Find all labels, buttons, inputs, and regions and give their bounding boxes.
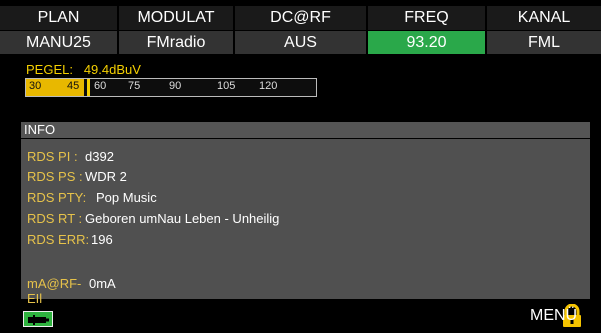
status-bar (0, 306, 601, 331)
info-value: d392 (85, 149, 114, 164)
info-label: RDS RT : (27, 211, 83, 226)
level-tick: 60 (94, 80, 107, 92)
info-value: Geboren umNau Leben - Unheilig (85, 211, 280, 226)
level-tick: 120 (259, 80, 278, 92)
info-row-rds-ps: RDS PS : WDR 2 (27, 169, 127, 184)
info-row-rds-pty: RDS PTY: Pop Music (27, 190, 157, 205)
info-row-rds-err: RDS ERR: 196 (27, 232, 113, 247)
level-bar: 30 45 60 75 90 105 120 (25, 78, 317, 97)
col-header-freq[interactable]: FREQ (368, 6, 486, 30)
level-readout: PEGEL: 49.4dBuV (26, 62, 141, 77)
value-modulat[interactable]: FMradio (119, 31, 234, 54)
level-tick: 45 (67, 80, 80, 92)
col-header-modulat[interactable]: MODULAT (119, 6, 234, 30)
value-plan[interactable]: MANU25 (0, 31, 118, 54)
menu-button[interactable]: MENÜ (530, 307, 577, 325)
info-row-ma-rf: mA@RF-EIl 0mA (27, 276, 116, 306)
level-marker (87, 79, 90, 96)
level-label: PEGEL: (26, 62, 73, 77)
info-value: WDR 2 (85, 169, 127, 184)
info-panel: RDS PI : d392 RDS PS : WDR 2 RDS PTY: Po… (21, 139, 590, 306)
info-value: Pop Music (96, 190, 157, 205)
level-tick: 30 (29, 80, 42, 92)
info-label: RDS ERR: (27, 232, 90, 247)
info-header: INFO (21, 122, 590, 138)
col-header-plan[interactable]: PLAN (0, 6, 118, 30)
value-freq[interactable]: 93.20 (368, 31, 486, 54)
info-row-rds-rt: RDS RT : Geboren umNau Leben - Unheilig (27, 211, 279, 226)
info-row-rds-pi: RDS PI : d392 (27, 149, 114, 164)
info-label: RDS PTY: (27, 190, 87, 205)
battery-charging-icon (23, 311, 53, 327)
level-value: 49.4dBuV (83, 62, 141, 77)
value-kanal[interactable]: FML (487, 31, 601, 54)
info-value: 196 (91, 232, 113, 247)
level-tick: 105 (217, 80, 236, 92)
info-label: mA@RF-EIl (27, 276, 82, 306)
col-header-kanal[interactable]: KANAL (487, 6, 601, 30)
info-label: RDS PI : (27, 149, 78, 164)
value-dcrf[interactable]: AUS (235, 31, 367, 54)
info-value: 0mA (89, 276, 116, 291)
info-label: RDS PS : (27, 169, 83, 184)
level-tick: 75 (128, 80, 141, 92)
level-tick: 90 (169, 80, 182, 92)
col-header-dcrf[interactable]: DC@RF (235, 6, 367, 30)
